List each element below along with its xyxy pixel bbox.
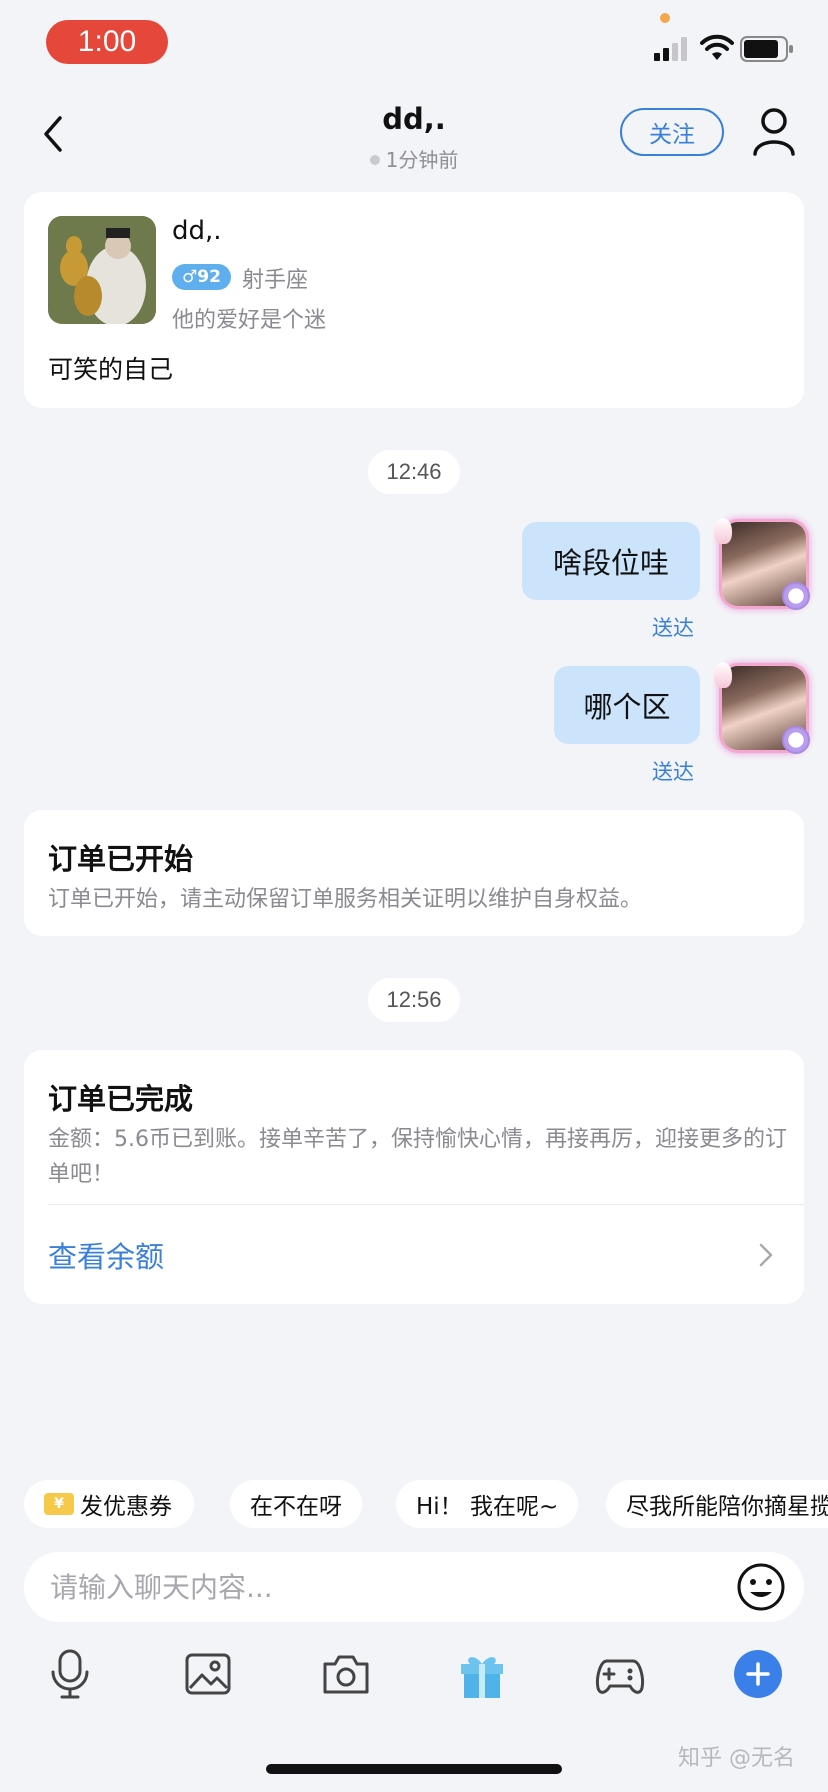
- gender-age-badge: ♂92: [172, 264, 231, 290]
- timestamp-chip: 12:46: [368, 450, 460, 494]
- privacy-indicator-dot: [660, 13, 670, 23]
- avatar-frame-clock-icon: [782, 726, 810, 754]
- delivered-status: 送达: [652, 616, 694, 640]
- avatar-frame-decoration: [714, 662, 732, 688]
- profile-icon[interactable]: [752, 106, 796, 156]
- order-completed-card: 订单已完成 金额：5.6币已到账。接单辛苦了，保持愉快心情，再接再厉，迎接更多的…: [24, 1050, 804, 1304]
- hobby-text: 他的爱好是个迷: [172, 308, 327, 333]
- gamepad-icon[interactable]: [594, 1648, 646, 1700]
- signal-icon: [654, 37, 687, 61]
- quick-reply-chip[interactable]: 在不在呀: [230, 1480, 362, 1528]
- chat-input[interactable]: [50, 1552, 690, 1622]
- profile-card[interactable]: dd,. ♂92 射手座 他的爱好是个迷 可笑的自己: [24, 192, 804, 408]
- profile-name: dd,.: [172, 216, 222, 246]
- avatar-frame-clock-icon: [782, 582, 810, 610]
- send-coupon-chip[interactable]: ¥ 发优惠券: [24, 1480, 194, 1528]
- quick-reply-row: ¥ 发优惠券 在不在呀 Hi！ 我在呢~ 尽我所能陪你摘星揽月: [0, 1480, 828, 1530]
- zodiac-label: 射手座: [242, 268, 309, 293]
- order-started-title: 订单已开始: [48, 842, 194, 876]
- last-seen-text: 1分钟前: [385, 148, 459, 172]
- divider: [48, 1204, 804, 1205]
- wifi-icon: [700, 34, 734, 60]
- order-completed-desc: 金额：5.6币已到账。接单辛苦了，保持愉快心情，再接再厉，迎接更多的订单吧！: [48, 1127, 787, 1187]
- chat-input-box[interactable]: [24, 1552, 804, 1622]
- my-avatar[interactable]: [714, 662, 810, 754]
- delivered-status: 送达: [652, 760, 694, 784]
- emoji-icon[interactable]: [736, 1562, 786, 1612]
- quick-reply-chip[interactable]: 尽我所能陪你摘星揽月: [606, 1480, 828, 1528]
- order-started-card[interactable]: 订单已开始 订单已开始，请主动保留订单服务相关证明以维护自身权益。: [24, 810, 804, 936]
- chat-toolbar: [0, 1648, 828, 1704]
- order-started-desc: 订单已开始，请主动保留订单服务相关证明以维护自身权益。: [48, 887, 643, 912]
- avatar-image: [48, 216, 156, 324]
- quick-reply-chip[interactable]: Hi！ 我在呢~: [396, 1480, 579, 1528]
- plus-icon[interactable]: [732, 1648, 784, 1700]
- avatar-frame-decoration: [714, 518, 732, 544]
- view-balance-link[interactable]: 查看余额: [48, 1234, 164, 1276]
- home-indicator[interactable]: [266, 1764, 562, 1774]
- chip-label: 发优惠券: [80, 1494, 172, 1520]
- avatar[interactable]: [48, 216, 156, 324]
- online-dot: [369, 154, 380, 165]
- camera-icon[interactable]: [320, 1648, 372, 1700]
- microphone-icon[interactable]: [44, 1648, 96, 1700]
- timestamp-chip: 12:56: [368, 978, 460, 1022]
- message-bubble[interactable]: 哪个区: [554, 666, 700, 744]
- status-time[interactable]: 1:00: [46, 20, 168, 64]
- status-bar: 1:00: [0, 0, 828, 90]
- my-avatar[interactable]: [714, 518, 810, 610]
- chevron-right-icon[interactable]: [758, 1242, 774, 1268]
- bio-text: 可笑的自己: [48, 355, 174, 384]
- battery-icon: [740, 36, 793, 62]
- gift-icon[interactable]: [456, 1648, 508, 1700]
- nav-bar: dd,. 1分钟前 关注: [0, 90, 828, 190]
- coupon-icon: ¥: [44, 1493, 74, 1515]
- image-icon[interactable]: [182, 1648, 234, 1700]
- watermark: 知乎 @无名: [678, 1746, 795, 1771]
- order-completed-title: 订单已完成: [48, 1082, 194, 1116]
- message-bubble[interactable]: 啥段位哇: [522, 522, 700, 600]
- follow-button[interactable]: 关注: [620, 108, 724, 156]
